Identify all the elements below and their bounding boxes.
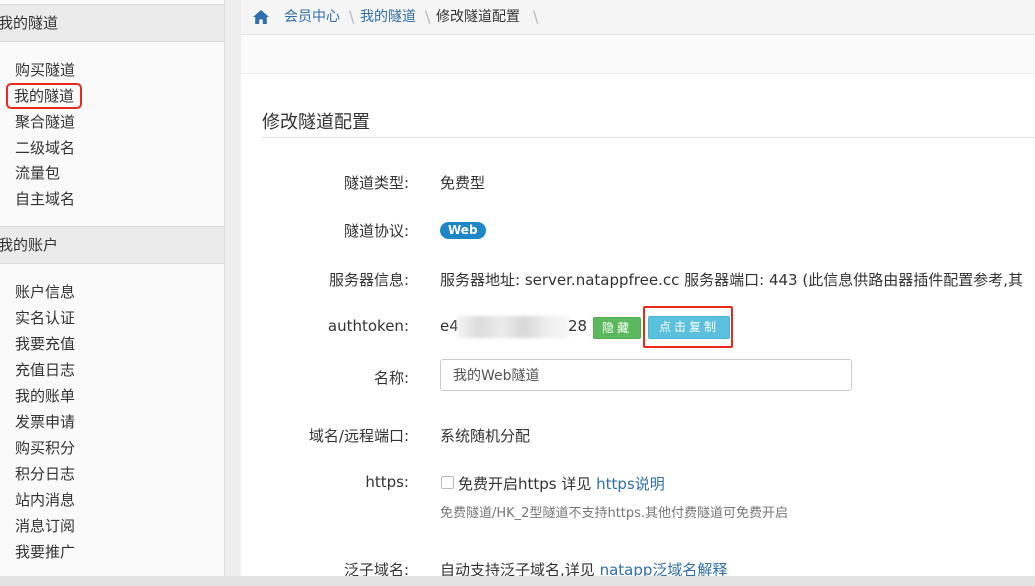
domain-port-label: 域名/远程端口: <box>308 427 409 445</box>
breadcrumb-my-tunnels[interactable]: 我的隧道 <box>360 9 416 25</box>
https-option-text: 免费开启https 详见 <box>458 475 592 493</box>
horizontal-scrollbar[interactable] <box>0 576 1035 586</box>
breadcrumb-separator: \ <box>349 7 355 26</box>
breadcrumb-current: 修改隧道配置 <box>436 9 520 25</box>
sidebar-item-invoice[interactable]: 发票申请 <box>15 412 75 432</box>
sidebar-item-messages[interactable]: 站内消息 <box>15 490 75 510</box>
server-info-value: 服务器地址: server.natappfree.cc 服务器端口: 443 (… <box>440 271 1023 289</box>
main-content: 会员中心 \ 我的隧道 \ 修改隧道配置 \ 修改隧道配置 隧道类型: 免费型 … <box>241 0 1035 579</box>
breadcrumb: 会员中心 \ 我的隧道 \ 修改隧道配置 \ <box>241 0 1035 35</box>
name-label: 名称: <box>373 369 409 387</box>
breadcrumb-separator: \ <box>425 7 431 26</box>
sidebar-item-points-log[interactable]: 积分日志 <box>15 464 75 484</box>
tunnel-type-value: 免费型 <box>440 174 486 192</box>
sidebar-item-buy-points[interactable]: 购买积分 <box>15 438 75 458</box>
sidebar-section-title: 我的账户 <box>0 236 59 254</box>
hide-token-button[interactable]: 隐藏 <box>593 317 641 339</box>
https-help-link[interactable]: https说明 <box>596 475 665 493</box>
domain-port-value: 系统随机分配 <box>440 427 531 445</box>
home-icon[interactable] <box>252 9 270 25</box>
page-title: 修改隧道配置 <box>262 112 370 133</box>
sidebar-item-custom-domain[interactable]: 自主域名 <box>15 189 75 209</box>
sidebar-section-account[interactable]: 我的账户 <box>0 226 224 264</box>
tunnel-protocol-label: 隧道协议: <box>343 222 409 240</box>
sidebar-item-bills[interactable]: 我的账单 <box>15 386 75 406</box>
tunnel-name-input[interactable] <box>440 359 852 391</box>
sidebar-item-aggregate-tunnel[interactable]: 聚合隧道 <box>15 112 75 132</box>
sidebar-item-account-info[interactable]: 账户信息 <box>15 282 75 302</box>
breadcrumb-separator: \ <box>533 7 539 26</box>
tunnel-type-label: 隧道类型: <box>343 174 409 192</box>
title-divider <box>262 137 1035 138</box>
breadcrumb-member-center[interactable]: 会员中心 <box>284 9 340 25</box>
authtoken-end: 28 <box>568 317 588 335</box>
sidebar-item-buy-tunnel[interactable]: 购买隧道 <box>15 60 75 80</box>
sidebar-section-title: 我的隧道 <box>0 14 59 32</box>
copy-token-button[interactable]: 点击复制 <box>648 316 730 339</box>
page-header-strip <box>241 35 1035 74</box>
https-option: 免费开启https 详见 https说明 <box>458 473 665 494</box>
sidebar-section-tunnels[interactable]: 我的隧道 <box>0 4 224 42</box>
server-info-label: 服务器信息: <box>328 271 409 289</box>
https-help-text: 免费隧道/HK_2型隧道不支持https.其他付费隧道可免费开启 <box>440 506 789 521</box>
authtoken-masked <box>457 316 569 338</box>
sidebar-item-subdomain[interactable]: 二级域名 <box>15 138 75 158</box>
sidebar-item-my-tunnels[interactable]: 我的隧道 <box>5 83 83 109</box>
sidebar-item-realname[interactable]: 实名认证 <box>15 308 75 328</box>
authtoken-start: e4 <box>440 317 459 335</box>
sidebar-item-recharge[interactable]: 我要充值 <box>15 334 75 354</box>
sidebar-item-recharge-log[interactable]: 充值日志 <box>15 360 75 380</box>
authtoken-label: authtoken: <box>327 317 409 335</box>
sidebar-item-traffic-pack[interactable]: 流量包 <box>15 163 60 183</box>
sidebar-item-subscriptions[interactable]: 消息订阅 <box>15 516 75 536</box>
protocol-web-badge: Web <box>440 222 486 239</box>
https-label: https: <box>365 473 409 491</box>
sidebar-item-promote[interactable]: 我要推广 <box>15 542 75 562</box>
sidebar: 我的隧道 购买隧道 我的隧道 聚合隧道 二级域名 流量包 自主域名 我的账户 账… <box>0 0 225 576</box>
https-checkbox[interactable] <box>441 476 454 489</box>
